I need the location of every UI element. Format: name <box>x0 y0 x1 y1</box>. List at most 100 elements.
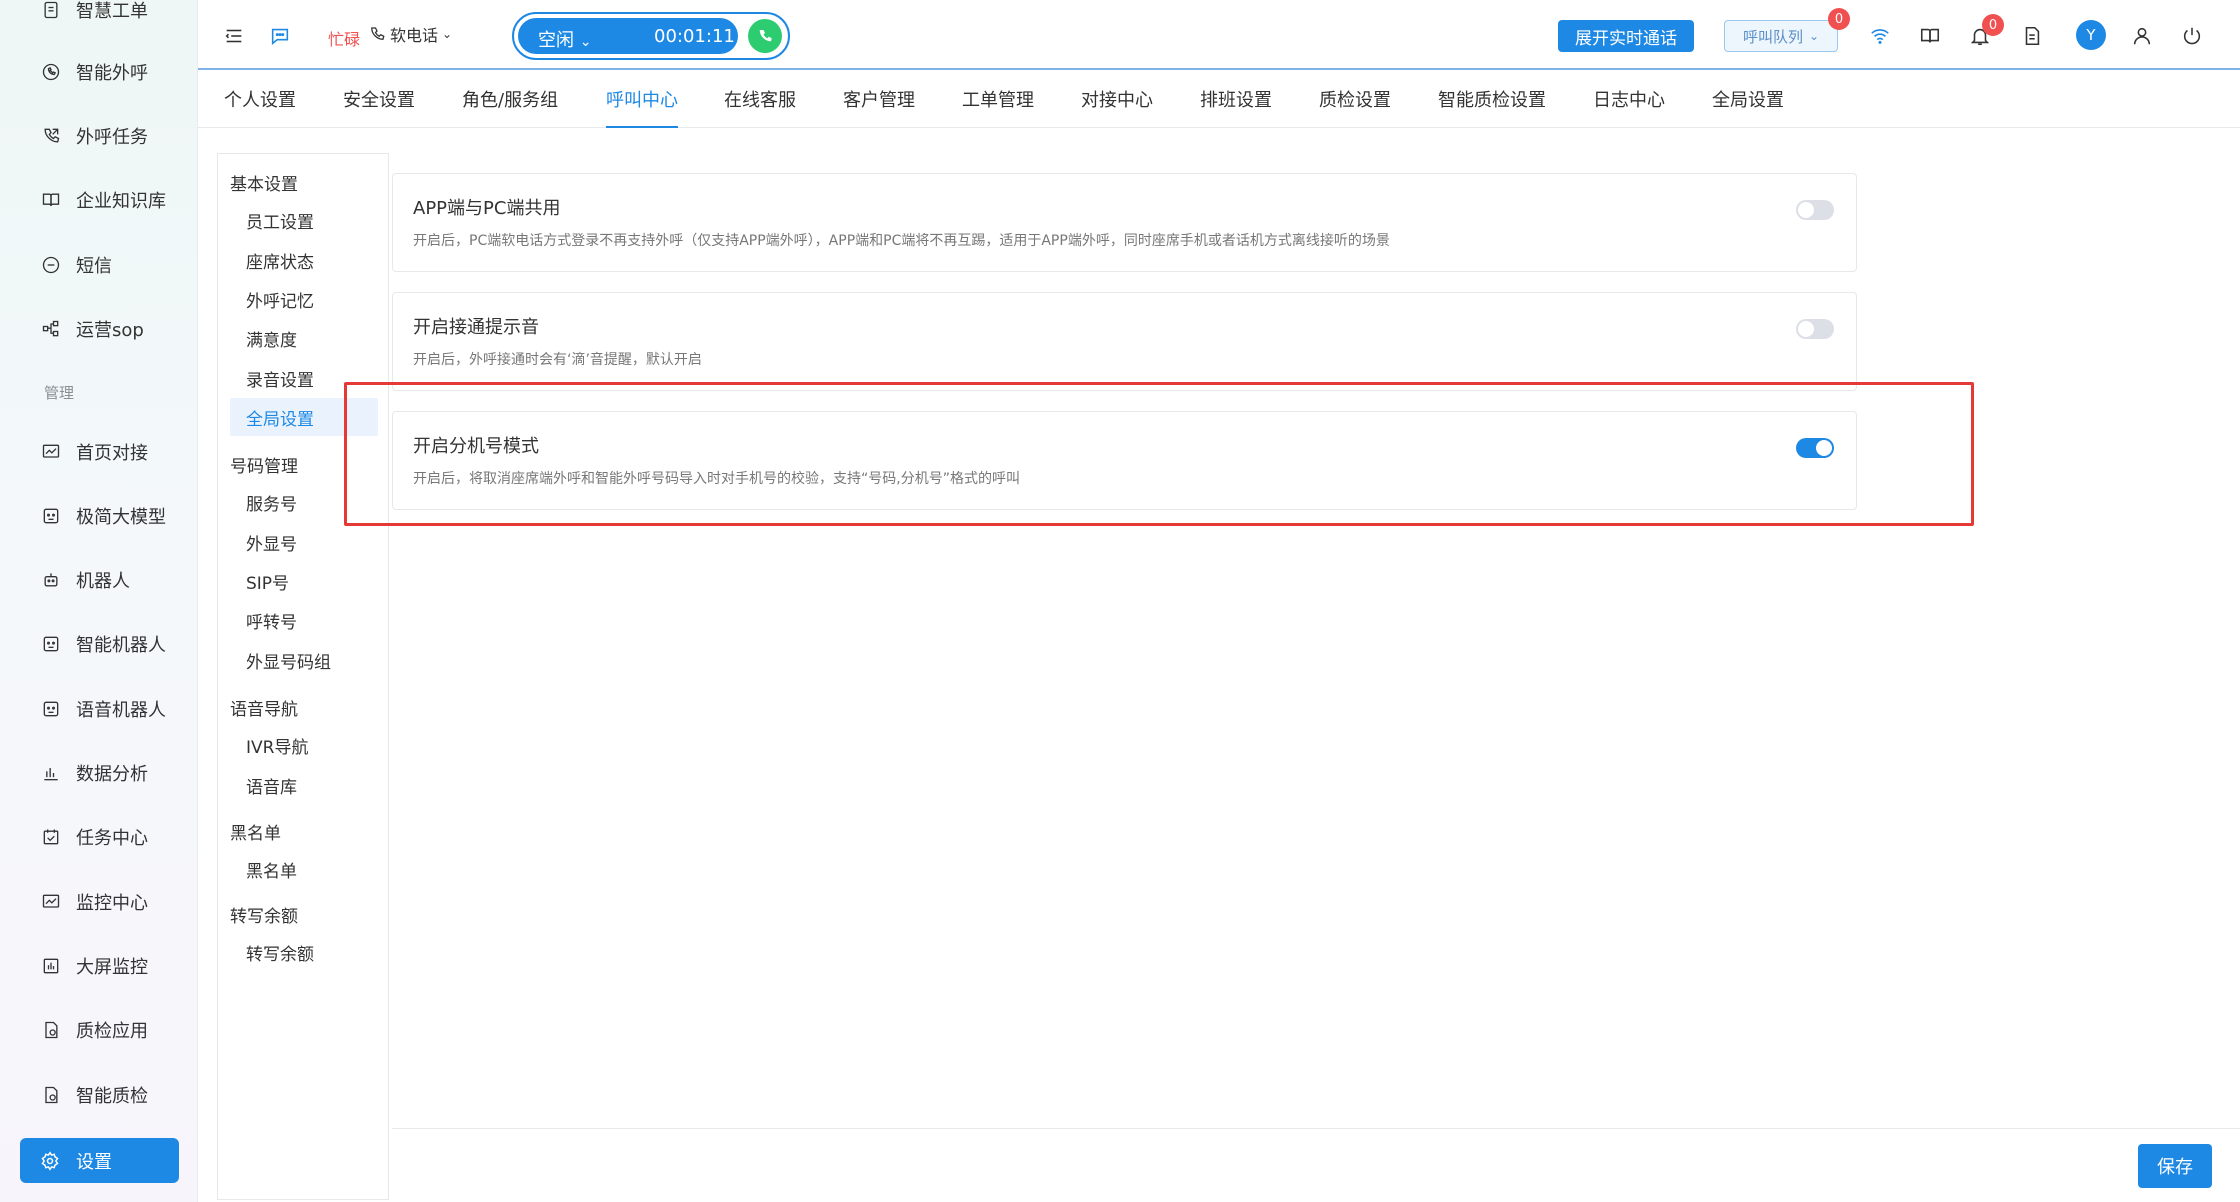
submenu-item-sip-number[interactable]: SIP号 <box>246 569 289 594</box>
tab-scheduling-settings[interactable]: 排班设置 <box>1200 86 1272 128</box>
file-icon[interactable] <box>2020 24 2044 48</box>
sidebar-item-monitor-center[interactable]: 监控中心 <box>40 882 190 922</box>
user-icon[interactable] <box>2130 24 2154 48</box>
busy-status-text[interactable]: 忙碌 <box>328 26 360 50</box>
sidebar-item-data-analysis[interactable]: 数据分析 <box>40 753 190 793</box>
tab-security-settings[interactable]: 安全设置 <box>343 86 415 128</box>
tab-global-settings[interactable]: 全局设置 <box>1712 86 1784 128</box>
robot-face-icon <box>40 633 62 655</box>
bar-chart-icon <box>40 762 62 784</box>
save-button[interactable]: 保存 <box>2138 1144 2212 1188</box>
sidebar-item-ops-sop[interactable]: 运营sop <box>40 309 190 349</box>
sidebar-item-label: 企业知识库 <box>76 191 166 212</box>
sidebar-item-minimal-llm[interactable]: 极简大模型 <box>40 496 190 536</box>
sidebar-item-task-center[interactable]: 任务中心 <box>40 817 190 857</box>
submenu-group-transcribe: 转写余额 <box>230 907 298 927</box>
call-center-submenu: 基本设置 员工设置 座席状态 外呼记忆 满意度 录音设置 全局设置 号码管理 服… <box>217 153 389 1200</box>
sidebar-item-outbound-task[interactable]: 外呼任务 <box>40 116 190 156</box>
sidebar-item-homepage-integration[interactable]: 首页对接 <box>40 432 190 472</box>
submenu-item-service-number[interactable]: 服务号 <box>246 490 297 515</box>
sidebar: 智慧工单 智能外呼 外呼任务 企业知识库 短信 运营sop 管理 首页对接 极简… <box>0 0 198 1202</box>
robot-face-icon <box>40 505 62 527</box>
tab-log-center[interactable]: 日志中心 <box>1593 86 1665 128</box>
sms-icon <box>40 254 62 276</box>
submenu-item-outbound-memory[interactable]: 外呼记忆 <box>246 287 314 312</box>
sidebar-item-smart-qa[interactable]: 智能质检 <box>40 1075 190 1115</box>
connect-tone-toggle[interactable] <box>1796 319 1834 339</box>
highlight-box <box>344 382 1974 526</box>
call-queue-select[interactable]: 呼叫队列 ⌄ <box>1724 20 1838 52</box>
setting-description: 开启后，PC端软电话方式登录不再支持外呼（仅支持APP端外呼），APP端和PC端… <box>413 233 1390 249</box>
submenu-group-voice-nav: 语音导航 <box>230 700 298 720</box>
tab-personal-settings[interactable]: 个人设置 <box>224 86 296 128</box>
chart-icon <box>40 441 62 463</box>
submenu-item-satisfaction[interactable]: 满意度 <box>246 326 297 351</box>
sidebar-section-manage: 管理 <box>44 384 75 402</box>
sidebar-item-label: 智能外呼 <box>76 63 148 84</box>
tab-qa-settings[interactable]: 质检设置 <box>1319 86 1391 128</box>
submenu-item-transcribe-balance[interactable]: 转写余额 <box>246 940 314 965</box>
softphone-selector[interactable]: 软电话 ⌄ <box>368 22 452 46</box>
submenu-item-voice-library[interactable]: 语音库 <box>246 773 297 798</box>
robot-icon <box>40 569 62 591</box>
submenu-item-recording-settings[interactable]: 录音设置 <box>246 366 314 391</box>
top-bar: 忙碌 软电话 ⌄ 空闲 ⌄ 00:01:11 展开实时通话 呼叫队列 ⌄ 0 0… <box>198 0 2240 70</box>
sidebar-item-label: 数据分析 <box>76 764 148 785</box>
menu-collapse-icon[interactable] <box>222 24 246 48</box>
sidebar-item-voice-robot[interactable]: 语音机器人 <box>40 689 190 729</box>
call-button[interactable] <box>748 19 782 53</box>
sidebar-item-big-screen[interactable]: 大屏监控 <box>40 946 190 986</box>
sidebar-item-label: 设置 <box>76 1151 112 1173</box>
expand-realtime-call-button[interactable]: 展开实时通话 <box>1558 20 1694 52</box>
sidebar-item-label: 语音机器人 <box>76 700 166 721</box>
submenu-item-seat-status[interactable]: 座席状态 <box>246 248 314 273</box>
phone-icon <box>40 61 62 83</box>
calendar-check-icon <box>40 826 62 848</box>
avatar[interactable]: Y <box>2076 20 2106 50</box>
submenu-item-display-number[interactable]: 外显号 <box>246 530 297 555</box>
sidebar-item-smart-outbound[interactable]: 智能外呼 <box>40 52 190 92</box>
tab-roles-service-groups[interactable]: 角色/服务组 <box>462 86 558 128</box>
chat-icon[interactable] <box>268 24 292 48</box>
tab-integration-center[interactable]: 对接中心 <box>1081 86 1153 128</box>
submenu-item-blacklist[interactable]: 黑名单 <box>246 857 297 882</box>
wifi-icon[interactable] <box>1868 24 1892 48</box>
phone-icon <box>371 27 385 40</box>
sidebar-item-qa-app[interactable]: 质检应用 <box>40 1010 190 1050</box>
book-icon[interactable] <box>1918 24 1942 48</box>
setting-title: 开启接通提示音 <box>413 317 539 338</box>
agent-status-dropdown[interactable]: 空闲 ⌄ 00:01:11 <box>518 18 738 54</box>
power-icon[interactable] <box>2180 24 2204 48</box>
sidebar-item-knowledge-base[interactable]: 企业知识库 <box>40 180 190 220</box>
sidebar-item-smart-ticket[interactable]: 智慧工单 <box>40 0 190 30</box>
setting-description: 开启后，外呼接通时会有‘滴’音提醒，默认开启 <box>413 352 702 368</box>
sidebar-item-robot[interactable]: 机器人 <box>40 560 190 600</box>
sidebar-item-label: 质检应用 <box>76 1021 148 1042</box>
global-settings-panel: APP端与PC端共用 开启后，PC端软电话方式登录不再支持外呼（仅支持APP端外… <box>392 128 2240 1200</box>
sidebar-item-smart-robot[interactable]: 智能机器人 <box>40 624 190 664</box>
monitor-chart-icon <box>40 891 62 913</box>
submenu-group-basic: 基本设置 <box>230 175 298 195</box>
submenu-item-display-number-group[interactable]: 外显号码组 <box>246 648 331 673</box>
sidebar-item-sms[interactable]: 短信 <box>40 245 190 285</box>
phone-icon <box>759 30 772 42</box>
setting-card-app-pc-shared: APP端与PC端共用 开启后，PC端软电话方式登录不再支持外呼（仅支持APP端外… <box>392 173 1857 272</box>
queue-badge: 0 <box>1828 8 1850 30</box>
flow-icon <box>40 318 62 340</box>
document-icon <box>40 0 62 21</box>
tab-call-center[interactable]: 呼叫中心 <box>606 86 678 128</box>
sidebar-item-settings[interactable]: 设置 <box>20 1138 179 1183</box>
queue-select-label: 呼叫队列 <box>1742 27 1803 46</box>
tab-online-service[interactable]: 在线客服 <box>724 86 796 128</box>
status-timer: 00:01:11 <box>654 26 735 47</box>
submenu-item-forward-number[interactable]: 呼转号 <box>246 608 297 633</box>
submenu-group-blacklist: 黑名单 <box>230 824 281 844</box>
sidebar-item-label: 智慧工单 <box>76 1 148 22</box>
bar-chart-box-icon <box>40 955 62 977</box>
tab-ticket-management[interactable]: 工单管理 <box>962 86 1034 128</box>
tab-smart-qa-settings[interactable]: 智能质检设置 <box>1438 86 1546 128</box>
tab-customer-management[interactable]: 客户管理 <box>843 86 915 128</box>
submenu-item-ivr-nav[interactable]: IVR导航 <box>246 733 308 758</box>
app-pc-shared-toggle[interactable] <box>1796 200 1834 220</box>
submenu-item-staff-settings[interactable]: 员工设置 <box>246 208 314 233</box>
